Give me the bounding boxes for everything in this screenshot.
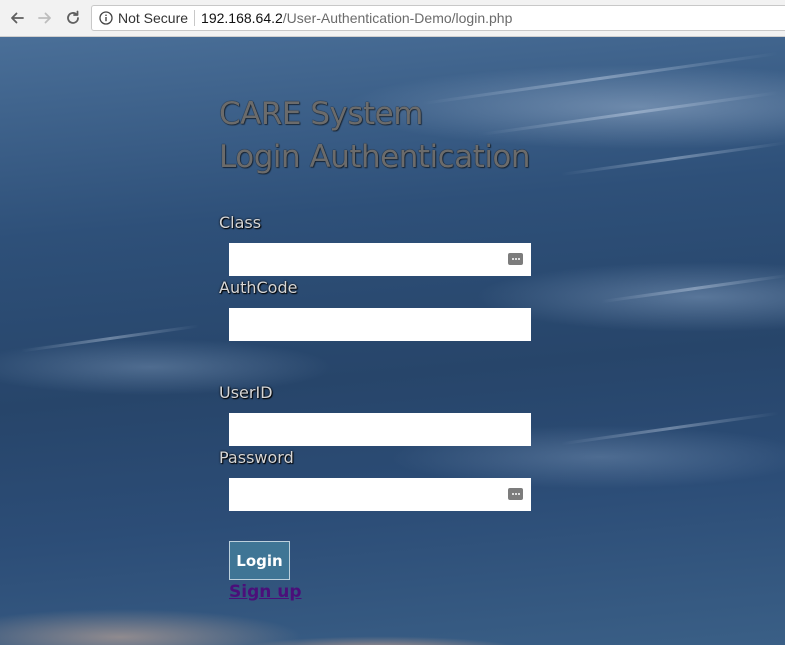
class-label: Class xyxy=(219,213,262,232)
info-icon[interactable] xyxy=(99,11,113,25)
browser-toolbar: Not Secure 192.168.64.2/User-Authenticat… xyxy=(0,0,785,37)
page-title: CARE System Login Authentication xyxy=(219,93,531,179)
address-bar[interactable]: Not Secure 192.168.64.2/User-Authenticat… xyxy=(91,5,785,31)
security-status: Not Secure xyxy=(118,10,189,26)
password-manager-icon[interactable] xyxy=(508,488,523,500)
password-manager-icon[interactable] xyxy=(508,253,523,265)
password-label: Password xyxy=(219,448,294,467)
title-line-2: Login Authentication xyxy=(219,139,531,175)
page-background: CARE System Login Authentication Class A… xyxy=(0,37,785,645)
authcode-input[interactable] xyxy=(229,308,531,341)
arrow-left-icon xyxy=(11,12,24,24)
cloud-streak xyxy=(560,411,780,446)
authcode-label: AuthCode xyxy=(219,278,298,297)
userid-input[interactable] xyxy=(229,413,531,446)
title-line-1: CARE System xyxy=(219,96,423,132)
cloud-streak xyxy=(600,273,785,304)
arrow-right-icon xyxy=(38,12,51,24)
cloud-streak xyxy=(20,324,200,353)
reload-button[interactable] xyxy=(62,7,84,29)
back-button[interactable] xyxy=(6,7,28,29)
url-host: 192.168.64.2 xyxy=(201,10,283,26)
cloud-streak xyxy=(560,141,785,176)
userid-label: UserID xyxy=(219,383,273,402)
forward-button[interactable] xyxy=(34,7,56,29)
reload-icon xyxy=(67,10,79,24)
class-input[interactable] xyxy=(229,243,531,276)
login-button[interactable]: Login xyxy=(229,541,290,580)
url-path: /User-Authentication-Demo/login.php xyxy=(282,10,513,26)
password-input[interactable] xyxy=(229,478,531,511)
signup-link[interactable]: Sign up xyxy=(229,582,302,602)
address-divider xyxy=(194,10,196,26)
